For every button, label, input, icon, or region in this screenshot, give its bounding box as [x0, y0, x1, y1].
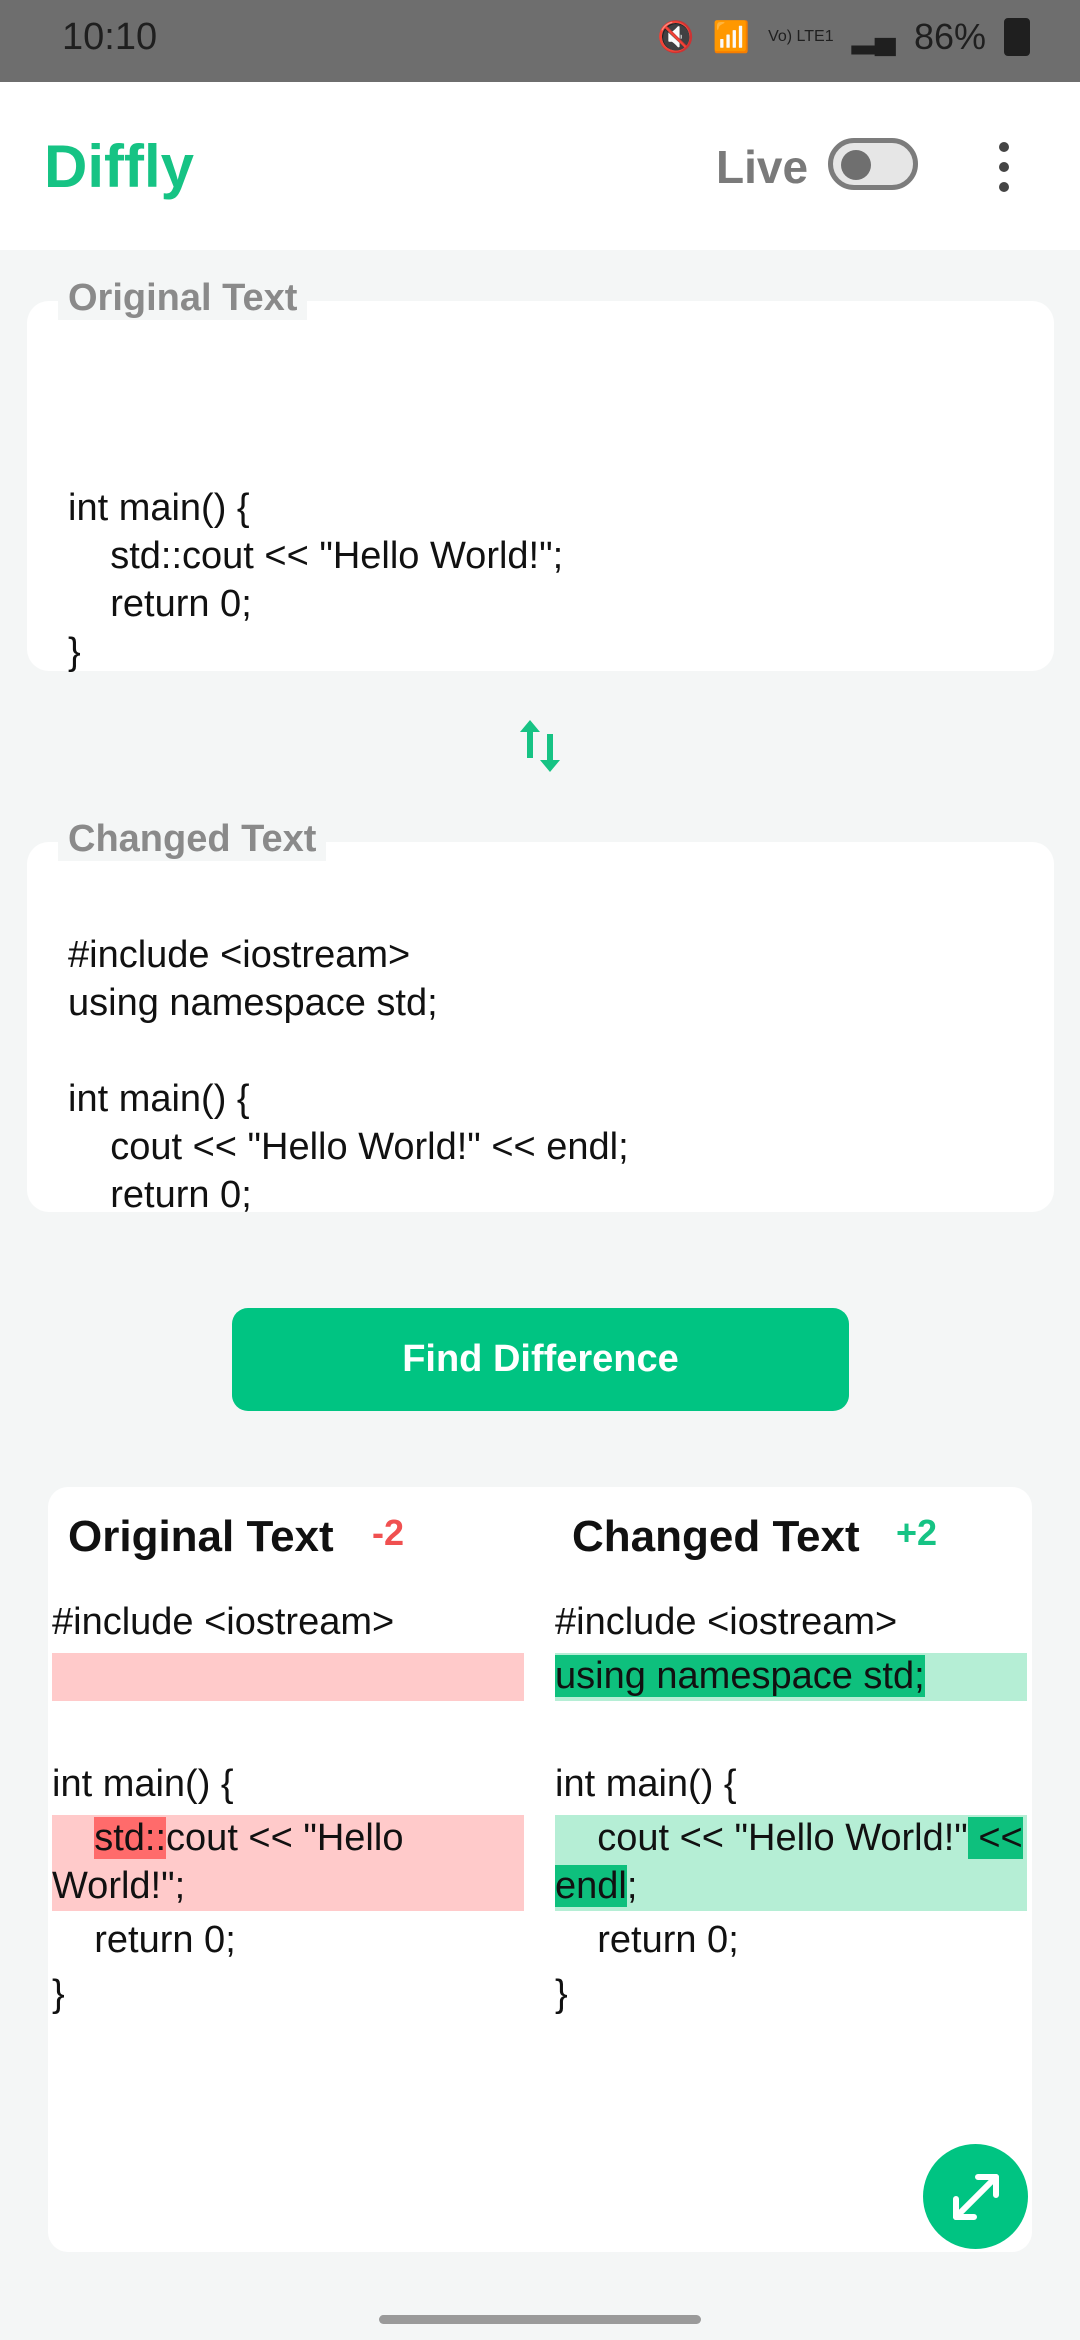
expand-icon: [952, 2173, 999, 2220]
status-icons: 🔇 📶 Vo) LTE1 ▂▄ 86%: [657, 16, 1030, 58]
diff-right-line: int main() {: [555, 1763, 737, 1805]
toggle-knob: [841, 150, 871, 180]
original-text-label: Original Text: [58, 277, 308, 320]
app-bar: Diffly Live: [0, 82, 1080, 250]
live-label: Live: [716, 141, 809, 193]
live-toggle[interactable]: [828, 138, 918, 190]
code-line: cout << "Hello World!" << endl;: [68, 1126, 629, 1168]
signal-icon: ▂▄: [851, 20, 896, 54]
added-token: <<: [967, 1817, 1023, 1859]
diff-right-line: using namespace std;: [555, 1652, 925, 1700]
original-text-input[interactable]: int main() { std::cout << "Hello World!"…: [68, 436, 563, 724]
battery-percent: 86%: [913, 16, 986, 57]
find-difference-button[interactable]: Find Difference: [232, 1308, 849, 1411]
diff-left-line: return 0;: [52, 1919, 236, 1961]
diff-left-line: std::cout << "Hello: [94, 1817, 404, 1859]
wifi-icon: 📶: [712, 20, 751, 54]
diff-right-line: endl;: [555, 1865, 638, 1907]
home-indicator[interactable]: [379, 2315, 701, 2324]
more-options-icon[interactable]: [994, 142, 1014, 202]
diff-left-line: }: [52, 1973, 65, 2015]
code-line: }: [68, 631, 81, 673]
code-line: std::cout << "Hello World!";: [68, 535, 564, 577]
diff-left-line: World!";: [52, 1865, 186, 1907]
status-time: 10:10: [62, 16, 158, 58]
added-count: +2: [896, 1512, 938, 1553]
diff-right-line: }: [555, 1973, 568, 2015]
expand-button[interactable]: [923, 2144, 1028, 2249]
mute-icon: 🔇: [657, 20, 695, 54]
result-original-title: Original Text: [68, 1512, 334, 1561]
result-changed-title: Changed Text: [572, 1512, 860, 1561]
app-title: Diffly: [44, 133, 194, 200]
code-line: int main() {: [68, 1078, 250, 1120]
battery-icon: [1004, 18, 1030, 56]
swap-icon[interactable]: [516, 716, 564, 776]
removed-count: -2: [372, 1512, 405, 1553]
added-token: endl: [555, 1865, 627, 1907]
diff-right-line: return 0;: [555, 1919, 739, 1961]
added-token: using namespace std;: [555, 1655, 925, 1697]
network-label: Vo) LTE1: [768, 28, 834, 45]
removed-line-highlight: [52, 1653, 524, 1701]
code-line: using namespace std;: [68, 982, 438, 1024]
removed-token: std::: [94, 1817, 167, 1859]
diff-left-line: int main() {: [52, 1763, 234, 1805]
code-line: return 0;: [68, 583, 252, 625]
code-line: int main() {: [68, 487, 250, 529]
changed-text-label: Changed Text: [58, 818, 327, 861]
code-line: return 0;: [68, 1174, 252, 1216]
code-line: #include <iostream>: [68, 934, 411, 976]
diff-left-line: #include <iostream>: [52, 1601, 395, 1643]
diff-right-line: cout << "Hello World!" <<: [555, 1817, 1023, 1859]
changed-text-input[interactable]: #include <iostream> using namespace std; i…: [68, 883, 629, 1267]
diff-right-line: #include <iostream>: [555, 1601, 898, 1643]
status-bar: 10:10 🔇 📶 Vo) LTE1 ▂▄ 86%: [0, 0, 1080, 82]
